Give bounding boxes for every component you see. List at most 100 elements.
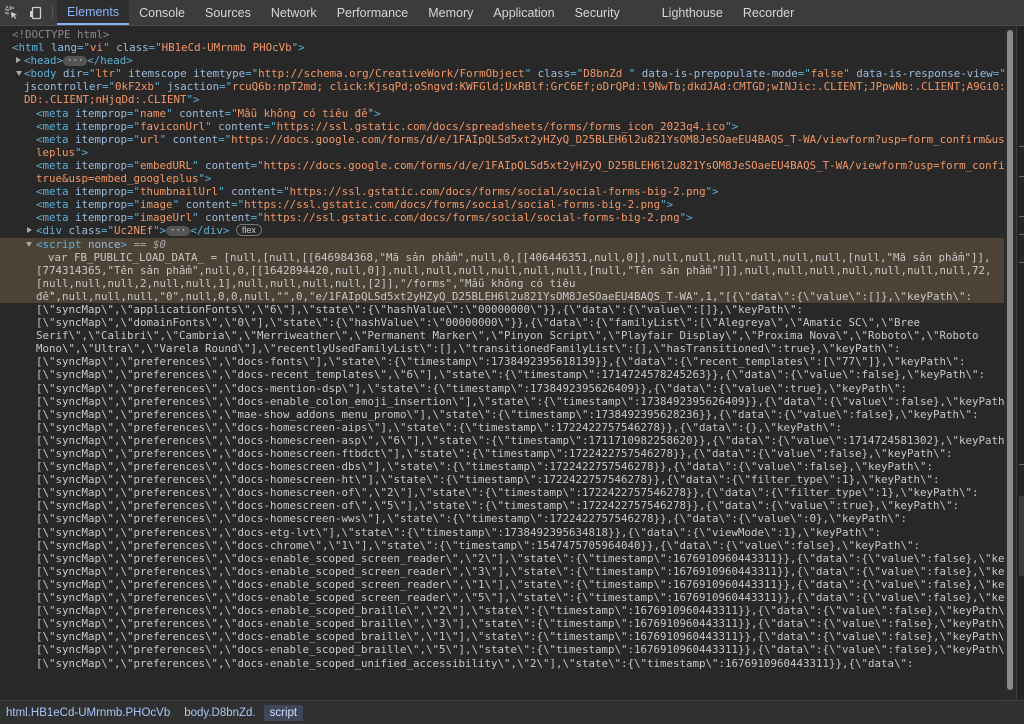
code-token: =" xyxy=(127,211,141,225)
collapsed-content-ellipsis[interactable]: ··· xyxy=(166,226,191,237)
dom-tree-line[interactable]: [\"syncMap\",\"preferences\",\"docs-enab… xyxy=(0,604,1004,617)
dom-tree-line[interactable]: [\"syncMap\",\"applicationFonts\",\"6\"]… xyxy=(0,303,1004,316)
dom-tree-line[interactable]: [\"syncMap\",\"preferences\",\"docs-ment… xyxy=(0,382,1004,395)
tab-sources[interactable]: Sources xyxy=(195,0,261,25)
dom-tree-line[interactable]: [\"syncMap\",\"preferences\",\"docs-font… xyxy=(0,355,1004,368)
code-token: "> xyxy=(367,106,381,120)
dom-tree-line[interactable]: [\"syncMap\",\"preferences\",\"docs-enab… xyxy=(0,643,1004,656)
dom-tree-line[interactable]: đề",null,null,null,"0",null,0,0,null,"",… xyxy=(0,289,1004,303)
code-token: https://ssl.gstatic.com/docs/forms/socia… xyxy=(263,211,680,225)
dom-tree-line[interactable]: [\"syncMap\",\"preferences\",\"docs-etg-… xyxy=(0,526,1004,539)
scrollbar-thumb[interactable] xyxy=(1007,30,1013,690)
dom-tree-line[interactable]: [\"syncMap\",\"preferences\",\"docs-home… xyxy=(0,473,1004,486)
vertical-scrollbar[interactable] xyxy=(1004,28,1016,700)
code-token: [\"syncMap\",\"preferences\",\"docs-enab… xyxy=(36,564,1004,578)
dom-tree-line[interactable]: <html lang="vi" class="HB1eCd-UMrnmb PHO… xyxy=(0,41,1004,54)
code-token: <body xyxy=(24,67,64,81)
dom-tree-line[interactable]: <meta itemprop="thumbnailUrl" content="h… xyxy=(0,185,1004,198)
collapse-arrow-icon[interactable] xyxy=(16,71,22,77)
tab-recorder[interactable]: Recorder xyxy=(733,0,804,25)
device-toolbar-icon[interactable] xyxy=(24,0,48,25)
dom-tree-line[interactable]: [null,null,null,2,null,null,1],null,null… xyxy=(0,276,1004,290)
code-token: <head> xyxy=(24,54,64,68)
code-token: [\"syncMap\",\"preferences\",\"docs-chro… xyxy=(36,538,921,552)
code-token: <meta xyxy=(36,198,76,212)
dom-tree-line[interactable]: [\"syncMap\",\"preferences\",\"docs-home… xyxy=(0,512,1004,525)
tab-elements[interactable]: Elements xyxy=(57,0,130,25)
code-token: data-is-prepopulate-mode xyxy=(641,67,798,81)
dom-tree-line[interactable]: [\"syncMap\",\"preferences\",\"docs-home… xyxy=(0,499,1004,512)
dom-tree-line[interactable]: [\"syncMap\",\"preferences\",\"docs-home… xyxy=(0,447,1004,460)
expand-arrow-icon[interactable] xyxy=(16,57,21,64)
dom-tree-line[interactable]: <meta itemprop="name" content="Mẫu không… xyxy=(0,107,1004,120)
code-token: Uc2NEf xyxy=(114,224,154,238)
dom-tree-line[interactable]: <meta itemprop="faviconUrl" content="htt… xyxy=(0,120,1004,133)
dom-tree-line[interactable]: <body dir="ltr" itemscope itemtype="http… xyxy=(0,67,1004,80)
dom-tree-line[interactable]: <script nonce> == $0 xyxy=(0,237,1004,251)
code-token: " xyxy=(103,41,117,55)
tab-lighthouse[interactable]: Lighthouse xyxy=(652,0,733,25)
tab-memory[interactable]: Memory xyxy=(418,0,483,25)
dom-tree-line[interactable]: <div class="Uc2NEf"> ··· </div> flex xyxy=(0,224,1004,237)
dom-tree-line[interactable]: [\"syncMap\",\"preferences\",\"docs-home… xyxy=(0,434,1004,447)
code-token: [\"syncMap\",\"preferences\",\"docs-enab… xyxy=(36,591,1004,605)
dom-tree-line[interactable]: <meta itemprop="embedURL" content="https… xyxy=(0,159,1004,172)
tab-performance[interactable]: Performance xyxy=(327,0,419,25)
tab-console[interactable]: Console xyxy=(129,0,195,25)
dom-tree-line[interactable]: [\"syncMap\",\"preferences\",\"docs-home… xyxy=(0,421,1004,434)
collapsed-content-ellipsis[interactable]: ··· xyxy=(63,56,88,67)
code-token: [\"syncMap\",\"preferences\",\"docs-home… xyxy=(36,447,953,460)
dom-tree-line[interactable]: jscontroller="0kF2xb" jsaction="rcuQ6b:n… xyxy=(0,80,1004,93)
breadcrumb-item[interactable]: script xyxy=(263,704,304,721)
dom-tree-line[interactable]: [\"syncMap\",\"preferences\",\"mae-show_… xyxy=(0,408,1004,421)
dom-tree-line[interactable]: leplus"> xyxy=(0,146,1004,159)
tab-security[interactable]: Security xyxy=(565,0,630,25)
breadcrumb-item[interactable]: html.HB1eCd-UMrnmb.PHOcVb xyxy=(0,705,176,721)
breadcrumb-item[interactable]: body.D8bnZd. xyxy=(178,705,261,721)
dom-tree-line[interactable]: [\"syncMap\",\"preferences\",\"docs-enab… xyxy=(0,657,1004,670)
code-token: "> xyxy=(198,172,212,186)
code-token: itemprop xyxy=(75,106,128,120)
code-token: D8bnZd xyxy=(583,67,629,81)
dom-tree-line[interactable]: [\"syncMap\",\"preferences\",\"docs-enab… xyxy=(0,395,1004,408)
dom-tree-line[interactable]: [\"syncMap\",\"preferences\",\"docs-enab… xyxy=(0,578,1004,591)
devtools-toolbar: Elements Console Sources Network Performance… xyxy=(0,0,1024,26)
dom-tree-line[interactable]: [\"syncMap\",\"preferences\",\"docs-chro… xyxy=(0,539,1004,552)
tab-network[interactable]: Network xyxy=(261,0,327,25)
code-token: [\"syncMap\",\"preferences\",\"docs-enab… xyxy=(36,551,1004,565)
tab-application[interactable]: Application xyxy=(483,0,564,25)
code-token: =" xyxy=(127,119,141,133)
dom-tree-line[interactable]: [\"syncMap\",\"domainFonts\",\"0\"],\"st… xyxy=(0,316,1004,329)
dom-tree-line[interactable]: <meta itemprop="image" content="https://… xyxy=(0,198,1004,211)
dom-tree-line[interactable]: [\"syncMap\",\"preferences\",\"docs-enab… xyxy=(0,591,1004,604)
dom-tree-line[interactable]: var FB_PUBLIC_LOAD_DATA_ = [null,[null,[… xyxy=(0,250,1004,264)
code-token: =" xyxy=(231,198,245,212)
dom-tree-line[interactable]: [\"syncMap\",\"preferences\",\"docs-rece… xyxy=(0,368,1004,381)
inspect-element-icon[interactable] xyxy=(0,0,24,25)
dom-tree-line[interactable]: [\"syncMap\",\"preferences\",\"docs-enab… xyxy=(0,552,1004,565)
dom-tree-line[interactable]: <head> ··· </head> xyxy=(0,54,1004,67)
toolbar-separator xyxy=(52,5,53,20)
expand-arrow-icon[interactable] xyxy=(27,227,32,234)
collapse-arrow-icon[interactable] xyxy=(26,241,32,247)
dom-tree-line[interactable]: [\"syncMap\",\"preferences\",\"docs-enab… xyxy=(0,565,1004,578)
code-token: [\"syncMap\",\"preferences\",\"docs-home… xyxy=(36,512,908,526)
dom-tree-line[interactable]: [\"syncMap\",\"preferences\",\"docs-enab… xyxy=(0,617,1004,630)
dom-tree-line[interactable]: [\"syncMap\",\"preferences\",\"docs-enab… xyxy=(0,630,1004,643)
code-token: =" xyxy=(245,67,259,81)
dom-tree-line[interactable]: DD:.CLIENT;nHjqDd:.CLIENT"> xyxy=(0,93,1004,106)
code-token: [\"syncMap\",\"preferences\",\"docs-font… xyxy=(36,355,966,369)
code-token: embedURL xyxy=(140,158,193,172)
dom-tree-line[interactable]: <!DOCTYPE html> xyxy=(0,28,1004,41)
dom-tree-line[interactable]: true&usp=embed_googleplus"> xyxy=(0,172,1004,185)
dom-tree-line[interactable]: <meta itemprop="imageUrl" content="https… xyxy=(0,211,1004,224)
dom-tree-line[interactable]: [\"syncMap\",\"preferences\",\"docs-home… xyxy=(0,460,1004,473)
flex-badge[interactable]: flex xyxy=(235,224,262,237)
dom-tree-line[interactable]: Mono\",\"Ultra\",\"Varela Round\"],\"rec… xyxy=(0,342,1004,355)
code-token: đề",null,null,null,"0",null,0,0,null,"",… xyxy=(36,289,973,303)
dom-tree-line[interactable]: [774314365,"Tên sản phẩm",null,0,[[16428… xyxy=(0,263,1004,277)
dom-tree-line[interactable]: [\"syncMap\",\"preferences\",\"docs-home… xyxy=(0,486,1004,499)
dom-tree-line[interactable]: <meta itemprop="url" content="https://do… xyxy=(0,133,1004,146)
dom-tree-line[interactable]: Serif\",\"Calibri\",\"Cambria\",\"Merriw… xyxy=(0,329,1004,342)
code-token: itemprop xyxy=(75,211,128,225)
